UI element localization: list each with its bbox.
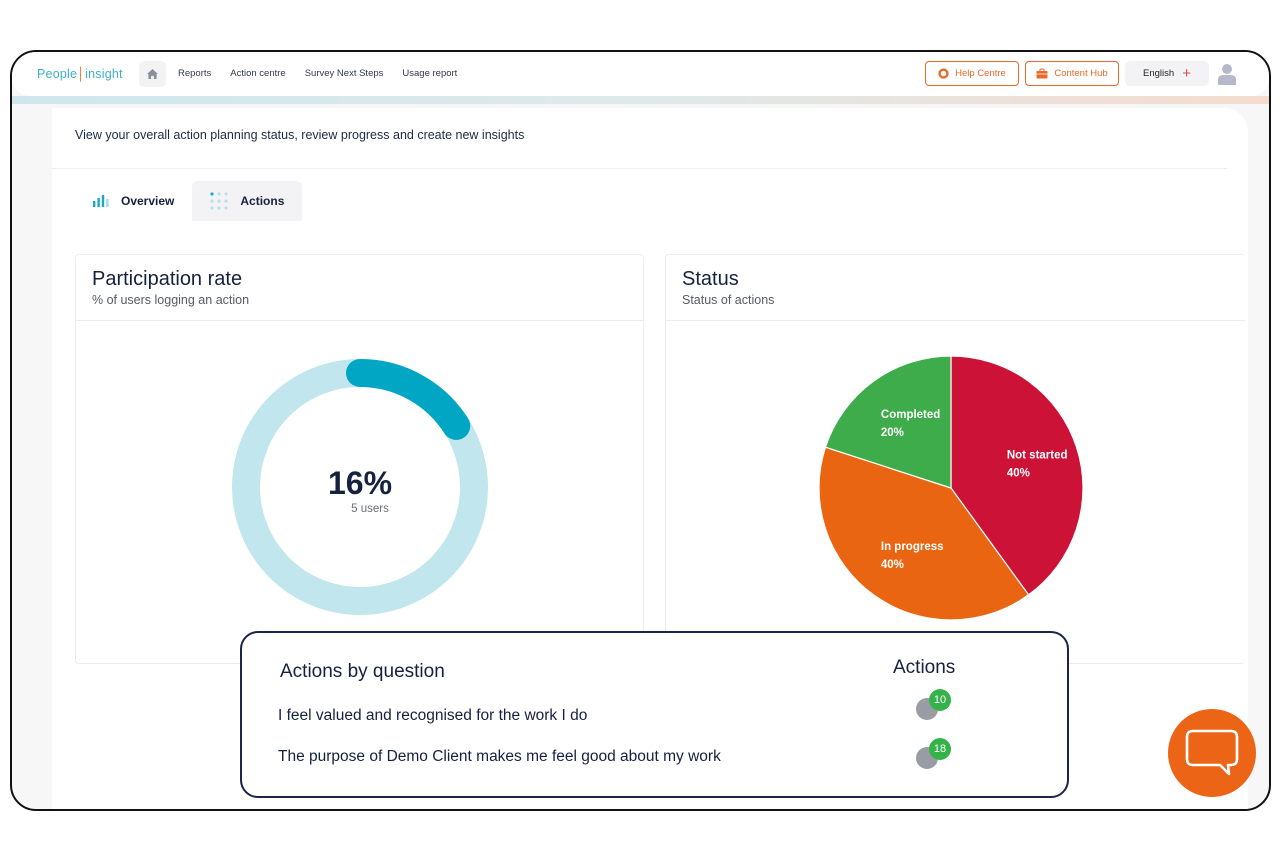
logo-i-mark: │ <box>77 67 86 81</box>
help-centre-label: Help Centre <box>955 68 1006 79</box>
pie-label-completed: Completed <box>881 409 940 421</box>
plus-icon: + <box>1182 65 1191 82</box>
pie-label-not-started: Not started <box>1007 450 1068 462</box>
nav-reports[interactable]: Reports <box>178 68 211 79</box>
action-count-badge[interactable]: 18 <box>915 738 955 769</box>
question-row[interactable]: I feel valued and recognised for the wor… <box>278 707 587 725</box>
tab-overview[interactable]: Overview <box>75 181 192 221</box>
content-hub-button[interactable]: Content Hub <box>1025 61 1119 86</box>
participation-subtitle: % of users logging an action <box>92 293 250 307</box>
user-icon[interactable] <box>1218 63 1236 85</box>
participation-title: Participation rate <box>92 268 243 290</box>
action-count: 18 <box>929 738 951 760</box>
divider <box>52 168 1227 169</box>
language-selector[interactable]: English + <box>1125 61 1209 86</box>
dots-grid-icon <box>210 192 228 210</box>
logo-text-people: People <box>37 67 78 81</box>
briefcase-icon <box>1036 68 1048 79</box>
participation-users: 5 users <box>351 503 389 515</box>
status-card: Status Status of actions Not started 40% I… <box>665 254 1245 664</box>
tab-actions-label: Actions <box>240 194 285 208</box>
bar-chart-icon <box>93 195 109 207</box>
content-hub-label: Content Hub <box>1054 68 1108 79</box>
action-count: 10 <box>929 689 951 711</box>
help-centre-button[interactable]: Help Centre <box>925 61 1019 86</box>
status-subtitle: Status of actions <box>682 293 775 307</box>
actions-by-question-card: Actions by question Actions I feel value… <box>240 631 1069 798</box>
status-title: Status <box>682 268 739 290</box>
view-tabs: Overview Actions <box>75 181 303 221</box>
action-count-badge[interactable]: 10 <box>915 689 955 720</box>
logo-text-insight: insight <box>85 67 123 81</box>
actions-by-question-title: Actions by question <box>280 661 445 682</box>
language-label: English <box>1143 68 1175 79</box>
chat-button[interactable] <box>1168 709 1256 797</box>
nav-usage-report[interactable]: Usage report <box>402 68 457 79</box>
home-icon <box>147 69 158 79</box>
tab-overview-label: Overview <box>121 194 175 208</box>
pie-label-in-progress: In progress <box>881 541 944 553</box>
pie-value-not-started: 40% <box>1007 468 1030 480</box>
main-nav: Reports Action centre Survey Next Steps … <box>178 68 457 79</box>
participation-rate-card: Participation rate % of users logging an… <box>75 254 644 664</box>
chat-bubble-icon <box>1185 729 1239 776</box>
nav-survey-next-steps[interactable]: Survey Next Steps <box>305 68 384 79</box>
people-insight-logo[interactable]: People│insight <box>37 67 123 81</box>
top-navigation-bar: People│insight Reports Action centre Sur… <box>12 52 1269 96</box>
tab-actions[interactable]: Actions <box>192 181 303 221</box>
participation-donut: 16% 5 users <box>230 357 490 617</box>
lifebuoy-icon <box>938 68 949 79</box>
actions-column-header: Actions <box>893 657 956 678</box>
participation-card-header: Participation rate % of users logging an… <box>76 255 643 321</box>
page-intro-text: View your overall action planning status… <box>75 128 525 142</box>
header-gradient-strip <box>12 96 1269 104</box>
status-card-header: Status Status of actions <box>666 255 1245 321</box>
question-row[interactable]: The purpose of Demo Client makes me feel… <box>278 748 721 766</box>
pie-value-completed: 20% <box>881 427 904 439</box>
status-pie-chart: Not started 40% In progress 40% Completed 20% <box>816 353 1086 623</box>
donut-center: 16% 5 users <box>230 357 490 617</box>
pie-value-in-progress: 40% <box>881 559 904 571</box>
participation-percent: 16% <box>327 465 393 501</box>
nav-action-centre[interactable]: Action centre <box>230 68 285 79</box>
home-button[interactable] <box>139 61 166 87</box>
